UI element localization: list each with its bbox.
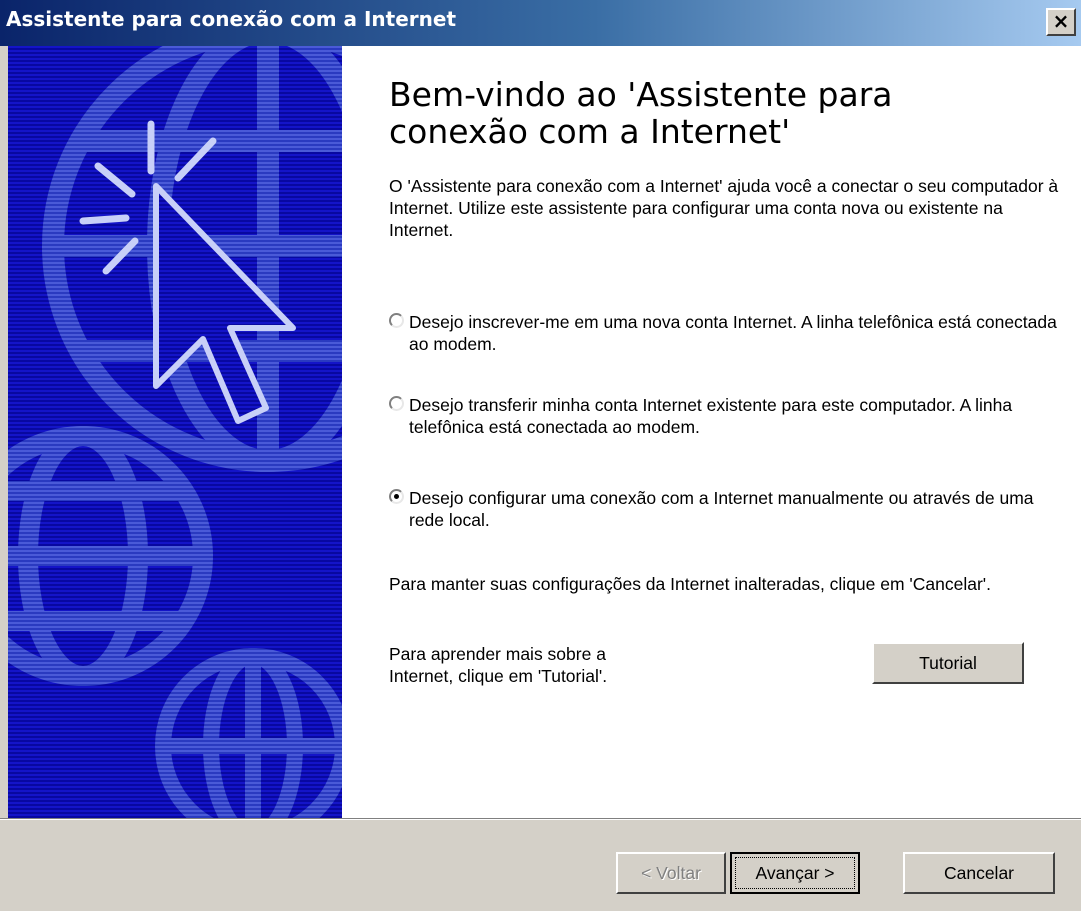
wizard-banner: [8, 46, 342, 818]
next-button[interactable]: Avançar >: [730, 852, 860, 894]
tutorial-button[interactable]: Tutorial: [872, 642, 1024, 684]
back-button[interactable]: < Voltar: [616, 852, 726, 894]
radio-transfer-account[interactable]: [389, 396, 404, 411]
radio-manual-setup[interactable]: [389, 489, 404, 504]
option-label: Desejo transferir minha conta Internet e…: [409, 395, 1013, 437]
wizard-window: Assistente para conexão com a Internet ×: [0, 0, 1081, 911]
cancel-button[interactable]: Cancelar: [903, 852, 1055, 894]
radio-new-account[interactable]: [389, 313, 404, 328]
close-button[interactable]: ×: [1046, 8, 1076, 36]
wizard-content: Bem-vindo ao 'Assistente para conexão co…: [342, 46, 1081, 818]
window-title: Assistente para conexão com a Internet: [6, 7, 457, 31]
title-bar[interactable]: Assistente para conexão com a Internet ×: [0, 0, 1081, 46]
option-label: Desejo inscrever-me em uma nova conta In…: [409, 312, 1057, 354]
tutorial-note: Para aprender mais sobre a Internet, cli…: [389, 644, 608, 686]
option-label: Desejo configurar uma conexão com a Inte…: [409, 488, 1034, 530]
intro-text: O 'Assistente para conexão com a Interne…: [389, 176, 1059, 240]
page-title: Bem-vindo ao 'Assistente para conexão co…: [389, 75, 893, 151]
footer-divider: [0, 818, 1081, 820]
globe-graphic: [8, 46, 342, 818]
close-icon: ×: [1052, 9, 1070, 33]
cancel-note: Para manter suas configurações da Intern…: [389, 574, 992, 594]
